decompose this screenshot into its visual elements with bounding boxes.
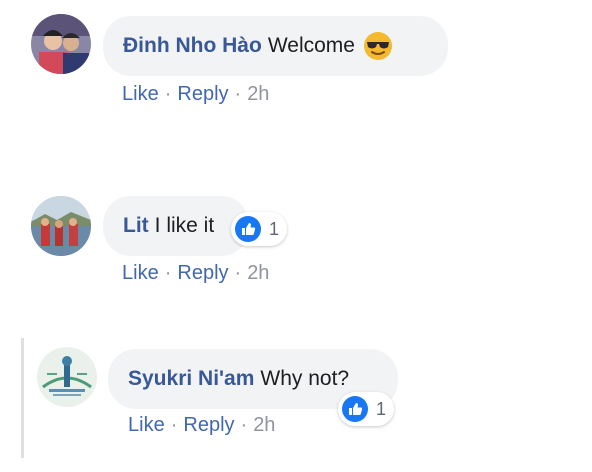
timestamp[interactable]: 2h [253, 414, 275, 436]
comment-bubble: Lit I like it [103, 196, 249, 256]
timestamp[interactable]: 2h [247, 83, 269, 105]
avatar-image [31, 14, 91, 74]
comment-actions: Like · Reply · 2h [122, 83, 269, 106]
timestamp[interactable]: 2h [247, 262, 269, 284]
thumbs-up-icon [342, 396, 368, 422]
reply-link[interactable]: Reply [183, 414, 234, 436]
comment-bubble: Đinh Nho Hào Welcome [103, 16, 448, 76]
comment-actions: Like · Reply · 2h [128, 414, 275, 437]
comment-text: I like it [154, 214, 215, 237]
separator: · [164, 262, 172, 284]
reaction-count: 1 [269, 218, 280, 239]
comment-author[interactable]: Lit [123, 214, 149, 238]
reaction-count: 1 [376, 398, 387, 419]
separator: · [240, 414, 248, 436]
reply-link[interactable]: Reply [177, 83, 228, 105]
avatar-image [31, 196, 91, 256]
avatar-image [37, 347, 97, 407]
thread-line [21, 338, 24, 458]
separator: · [234, 262, 242, 284]
comment-author[interactable]: Đinh Nho Hào [123, 34, 262, 58]
thumbs-up-icon [235, 216, 261, 242]
reaction-summary[interactable]: 1 [231, 212, 288, 246]
separator: · [170, 414, 178, 436]
reply-link[interactable]: Reply [177, 262, 228, 284]
comment-author[interactable]: Syukri Ni'am [128, 367, 254, 391]
comment-text: Why not? [260, 367, 350, 390]
like-link[interactable]: Like [128, 414, 165, 436]
comment-actions: Like · Reply · 2h [122, 262, 269, 285]
avatar[interactable] [37, 347, 97, 407]
like-link[interactable]: Like [122, 262, 159, 284]
avatar[interactable] [31, 196, 91, 256]
reaction-summary[interactable]: 1 [338, 392, 395, 426]
comments-section: Đinh Nho Hào Welcome Like · Reply · 2h L… [0, 0, 592, 472]
sunglasses-emoji-icon [363, 31, 393, 61]
separator: · [164, 83, 172, 105]
comment-text: Welcome [267, 34, 355, 57]
separator: · [234, 83, 242, 105]
avatar[interactable] [31, 14, 91, 74]
like-link[interactable]: Like [122, 83, 159, 105]
